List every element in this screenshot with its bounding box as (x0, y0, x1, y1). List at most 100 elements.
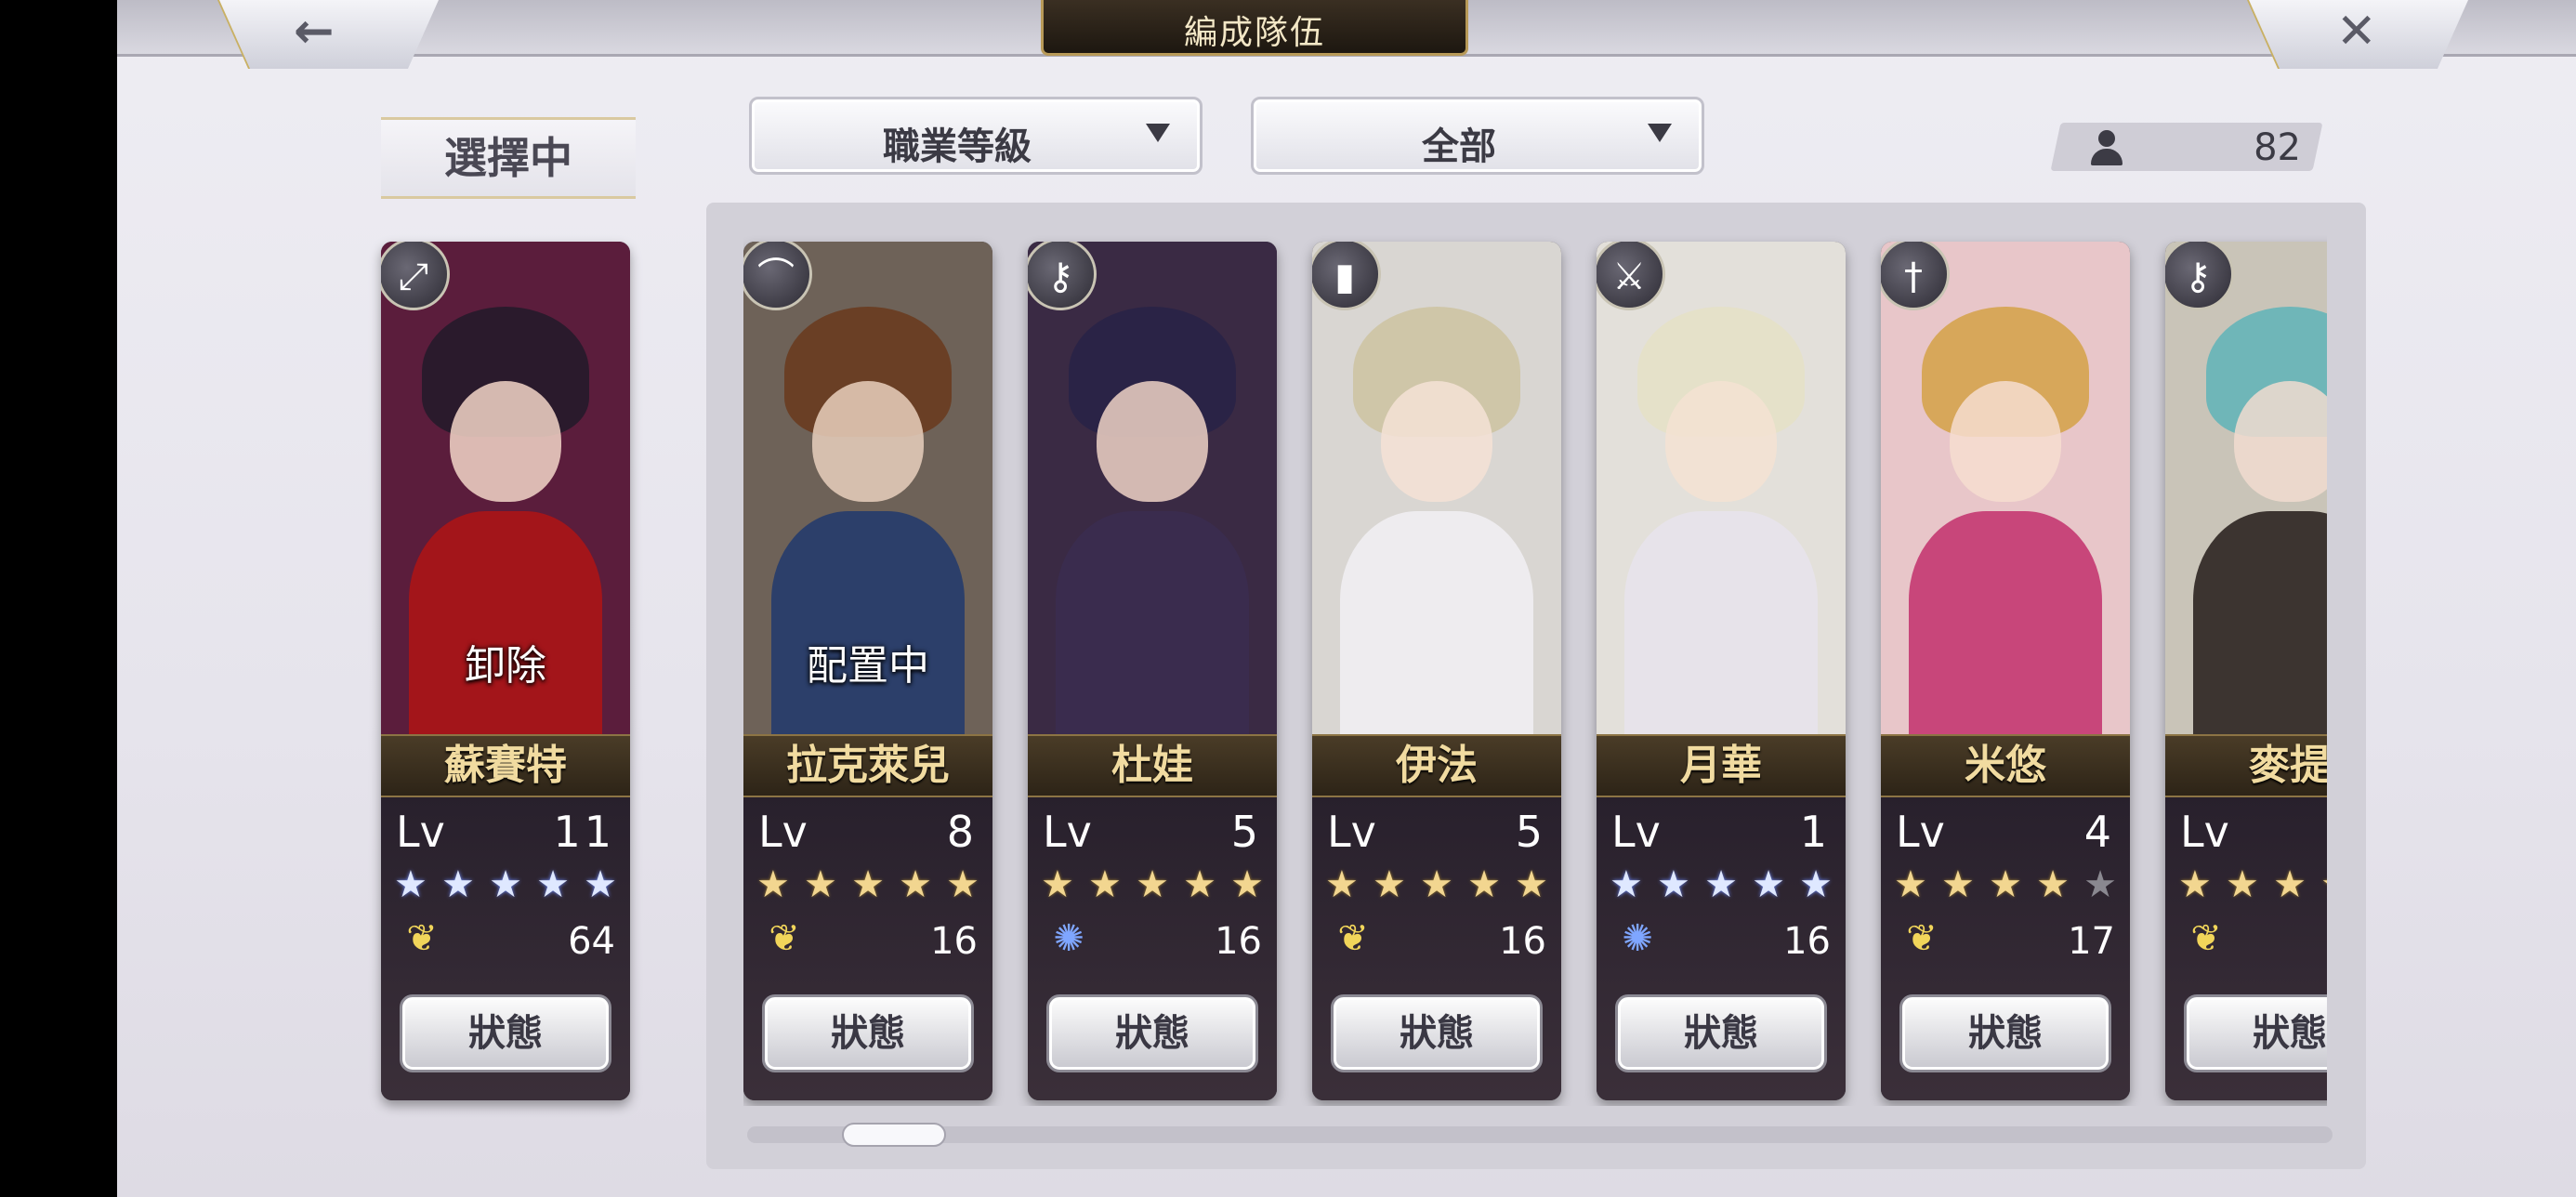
star-icon: ★ (899, 863, 932, 906)
star-icon: ★ (1373, 863, 1406, 906)
chevron-down-icon (1648, 124, 1672, 142)
level-label: Lv (2180, 807, 2229, 857)
wing-element-icon: ❦ (2190, 917, 2222, 960)
status-button-label: 狀態 (1968, 1011, 2043, 1055)
cost-value: 17 (2068, 920, 2115, 963)
level-value: 5 (1515, 807, 1546, 857)
character-name: 麥提 (2249, 742, 2327, 789)
roster-scrollbar[interactable] (747, 1126, 2333, 1143)
status-button-label: 狀態 (468, 1011, 543, 1055)
star-icon: ★ (1941, 863, 1975, 906)
star-icon: ★ (2083, 863, 2117, 906)
character-name: 蘇賽特 (444, 742, 567, 789)
character-name: 拉克萊兒 (786, 742, 950, 789)
status-button[interactable]: 狀態 (2184, 994, 2327, 1072)
level-value: 11 (553, 807, 615, 857)
character-name-bar: 蘇賽特 (381, 734, 630, 797)
status-button[interactable]: 狀態 (1899, 994, 2111, 1072)
star-icon: ★ (1041, 863, 1074, 906)
rarity-stars: ★★★★★ (756, 864, 979, 905)
star-icon: ★ (1467, 863, 1501, 906)
rarity-stars: ★ ★ ★ ★ ★ (1894, 864, 2117, 905)
rarity-stars: ★★★★★ (1610, 864, 1833, 905)
card-status-overlay: 卸除 (465, 642, 546, 690)
status-button[interactable]: 狀態 (1046, 994, 1258, 1072)
star-icon: ★ (946, 863, 979, 906)
star-icon: ★ (2178, 863, 2212, 906)
star-icon: ★ (1704, 863, 1738, 906)
wing-element-icon: ❦ (406, 917, 438, 960)
star-icon: ★ (1325, 863, 1359, 906)
star-icon: ★ (2226, 863, 2259, 906)
character-name: 月華 (1680, 742, 1762, 789)
level-label: Lv (758, 807, 808, 857)
star-icon: ★ (441, 863, 475, 906)
character-card[interactable]: † 米悠 Lv 4 ★ ★ ★ ★ ★ ❦ 17 狀態 (1881, 242, 2130, 1100)
character-name-bar: 拉克萊兒 (743, 734, 992, 797)
star-icon: ★ (1515, 863, 1548, 906)
character-card[interactable]: ▮ 伊法 Lv 5 ★ ★ ★ ★ ★ ❦ 16 狀態 (1312, 242, 1561, 1100)
status-button-label: 狀態 (1115, 1011, 1189, 1055)
unit-count: 82 (2254, 126, 2301, 169)
status-button-label: 狀態 (1684, 1011, 1758, 1055)
rarity-stars: ★★★★★ (2178, 864, 2327, 905)
star-icon: ★ (1230, 863, 1264, 906)
back-arrow-icon: ← (294, 4, 335, 59)
swirl-element-icon: ✺ (1053, 917, 1084, 960)
status-button[interactable]: 狀態 (400, 994, 611, 1072)
cost-value: 16 (930, 920, 978, 963)
star-icon: ★ (1989, 863, 2022, 906)
character-card[interactable]: 配置中 ⌒ 拉克萊兒 Lv 8 ★ ★ ★ ★ ★ ❦ 16 狀態 (743, 242, 992, 1100)
level-value: 4 (2083, 807, 2115, 857)
filter-all-dropdown[interactable]: 全部 (1251, 97, 1704, 175)
star-icon: ★ (851, 863, 885, 906)
character-name-bar: 杜娃 (1028, 734, 1277, 797)
level-value: 5 (1230, 807, 1262, 857)
star-icon: ★ (1420, 863, 1453, 906)
character-name: 米悠 (1965, 742, 2046, 789)
user-icon (2089, 130, 2124, 167)
character-portrait (1881, 242, 2130, 734)
cost-value: 16 (1215, 920, 1262, 963)
character-card[interactable]: 卸除 ⤢ 蘇賽特 Lv 11 ★ ★ ★ ★ ★ ❦ 64 狀態 (381, 242, 630, 1100)
character-name: 杜娃 (1111, 742, 1193, 789)
character-stats: Lv 1 ★ ★ ★ ★ ★ ✺ 16 狀態 (1597, 797, 1846, 1100)
filter-dropdown-label: 全部 (1422, 125, 1496, 168)
roster-list[interactable]: 配置中 ⌒ 拉克萊兒 Lv 8 ★ ★ ★ ★ ★ ❦ 16 狀態 ⚷ 杜娃 Lv 5 ★ ★ ★ ★ ★ ✺ 16 狀態 ▮ 伊法… (743, 232, 2327, 1106)
star-icon: ★ (2320, 864, 2327, 905)
star-icon: ★ (1799, 863, 1833, 906)
status-button[interactable]: 狀態 (1615, 994, 1827, 1072)
star-icon: ★ (2036, 863, 2070, 906)
status-button[interactable]: 狀態 (762, 994, 974, 1072)
character-name-bar: 伊法 (1312, 734, 1561, 797)
character-portrait (1028, 242, 1277, 734)
close-button[interactable]: ✕ (2249, 0, 2468, 69)
roster-scroll-thumb[interactable] (842, 1123, 946, 1147)
level-value: 8 (946, 807, 978, 857)
rarity-stars: ★★★★★ (394, 864, 617, 905)
star-icon: ★ (1657, 863, 1690, 906)
back-button[interactable]: ← (219, 0, 439, 69)
character-stats: Lv 5 ★ ★ ★ ★ ★ ✺ 16 狀態 (1028, 797, 1277, 1100)
selected-section-label: 選擇中 (381, 117, 636, 199)
character-card[interactable]: ⚷麥提Lv★★★★★❦狀態 (2165, 242, 2327, 1100)
rarity-stars: ★ ★ ★ ★ ★ (1325, 864, 1548, 905)
page-title: 編成隊伍 (1183, 14, 1325, 52)
card-status-overlay: 配置中 (807, 642, 929, 690)
star-icon: ★ (584, 863, 617, 906)
character-stats: Lv 8 ★ ★ ★ ★ ★ ❦ 16 狀態 (743, 797, 992, 1100)
character-card[interactable]: ⚔ 月華 Lv 1 ★ ★ ★ ★ ★ ✺ 16 狀態 (1597, 242, 1846, 1100)
star-icon: ★ (1894, 863, 1927, 906)
selected-card-slot: 卸除 ⤢ 蘇賽特 Lv 11 ★ ★ ★ ★ ★ ❦ 64 狀態 (381, 232, 630, 1106)
rarity-stars: ★★★★★ (1041, 864, 1264, 905)
character-name-bar: 麥提 (2165, 734, 2327, 797)
character-stats: Lv 5 ★ ★ ★ ★ ★ ❦ 16 狀態 (1312, 797, 1561, 1100)
status-button-label: 狀態 (2253, 1011, 2327, 1055)
character-stats: Lv 4 ★ ★ ★ ★ ★ ❦ 17 狀態 (1881, 797, 2130, 1100)
class-level-sort-dropdown[interactable]: 職業等級 (749, 97, 1203, 175)
star-icon: ★ (394, 863, 427, 906)
status-button[interactable]: 狀態 (1331, 994, 1543, 1072)
character-name-bar: 米悠 (1881, 734, 2130, 797)
character-portrait (2165, 242, 2327, 734)
character-card[interactable]: ⚷ 杜娃 Lv 5 ★ ★ ★ ★ ★ ✺ 16 狀態 (1028, 242, 1277, 1100)
